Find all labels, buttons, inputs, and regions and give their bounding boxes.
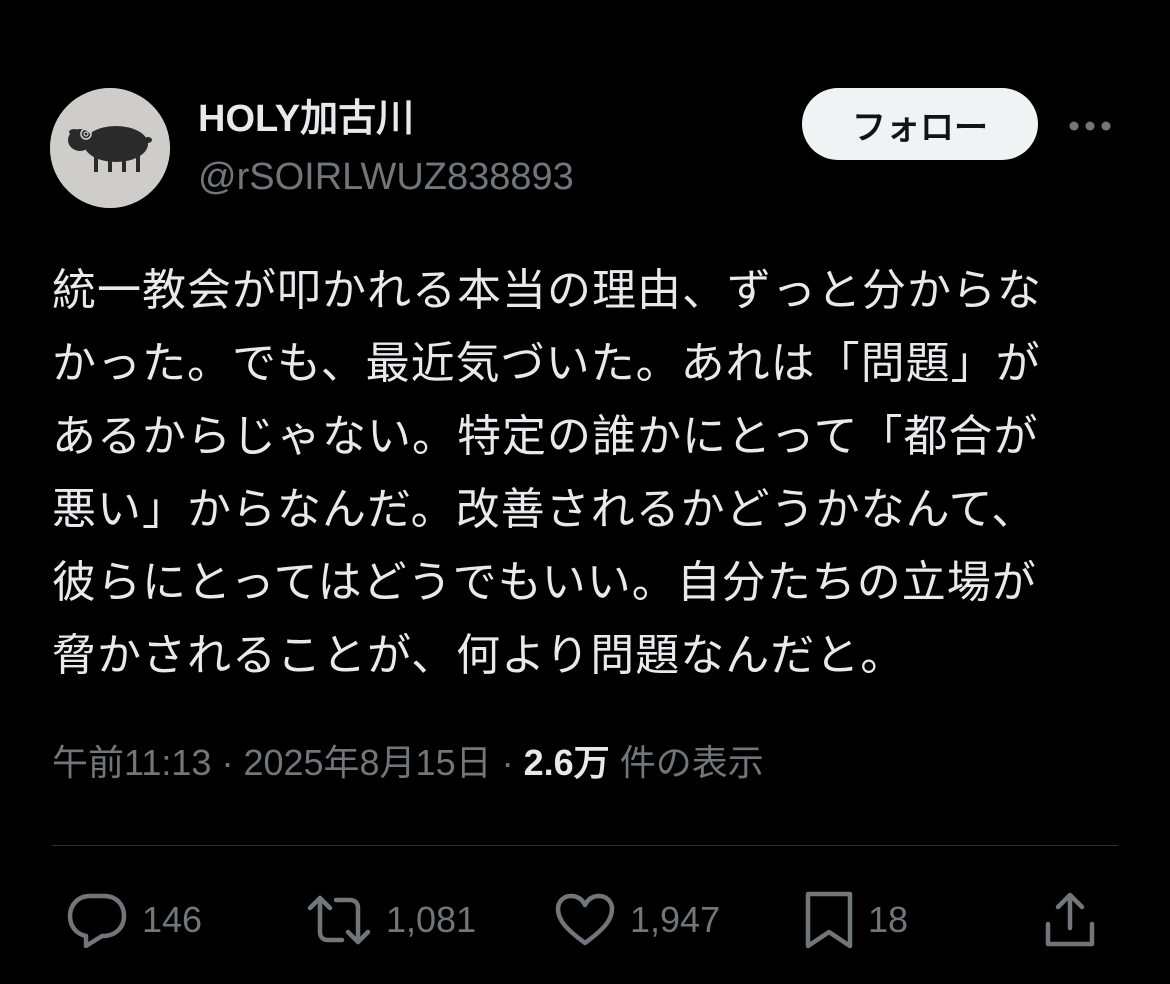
bookmark-icon (805, 891, 853, 949)
tweet-date[interactable]: 2025年8月15日 (243, 742, 491, 783)
like-count: 1,947 (630, 899, 721, 940)
tweet-detail: HOLY加古川 @rSOIRLWUZ838893 フォロー 統一教会が叩かれる本… (0, 0, 1170, 984)
share-icon (1045, 892, 1095, 947)
meta-separator: · (501, 742, 514, 783)
avatar[interactable] (50, 88, 170, 208)
tweet-time[interactable]: 午前11:13 (52, 742, 211, 783)
reply-button[interactable]: 146 (66, 888, 202, 952)
bookmark-button[interactable]: 18 (804, 888, 908, 952)
follow-button[interactable]: フォロー (802, 88, 1038, 160)
divider (52, 845, 1118, 846)
repost-icon (307, 895, 371, 945)
repost-button[interactable]: 1,081 (306, 888, 476, 952)
share-button[interactable] (1040, 888, 1100, 952)
author-display-name[interactable]: HOLY加古川 (198, 96, 414, 142)
more-options-button[interactable] (1062, 104, 1118, 148)
tweet-text: 統一教会が叩かれる本当の理由、ずっと分からな かった。でも、最近気づいた。あれは… (52, 266, 1042, 680)
meta-separator: · (221, 742, 234, 783)
heart-icon (555, 893, 615, 946)
bookmark-count: 18 (868, 899, 909, 940)
views-label: 件の表示 (619, 742, 764, 783)
sheep-avatar-image (50, 88, 170, 208)
reply-count: 146 (142, 899, 203, 940)
repost-count: 1,081 (386, 899, 477, 940)
reply-icon (67, 893, 127, 948)
tweet-meta: 午前11:13 · 2025年8月15日 · 2.6万 件の表示 (52, 740, 764, 786)
author-handle[interactable]: @rSOIRLWUZ838893 (198, 154, 574, 200)
views-count[interactable]: 2.6万 (524, 742, 610, 783)
like-button[interactable]: 1,947 (554, 888, 720, 952)
more-horizontal-icon (1069, 121, 1111, 131)
